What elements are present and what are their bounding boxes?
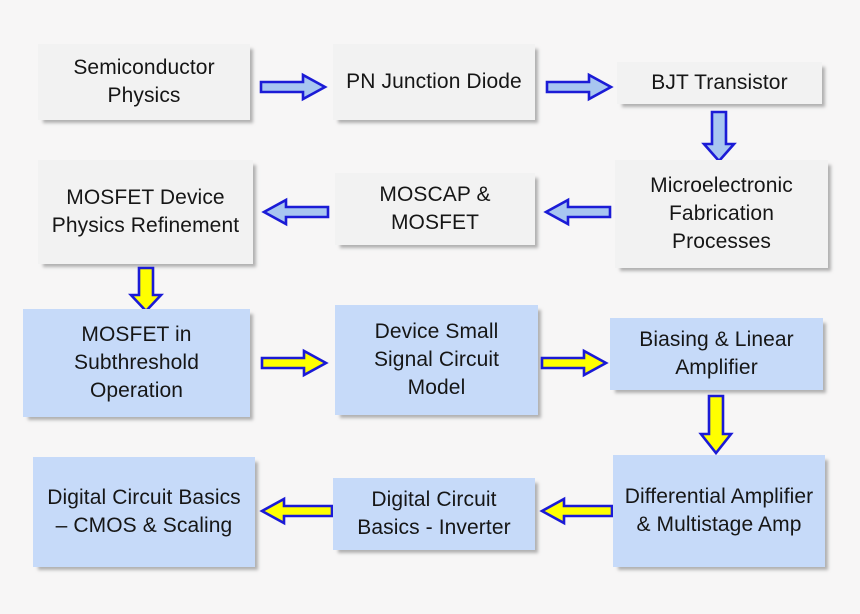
- node-label: MOSCAP & MOSFET: [379, 183, 491, 234]
- node-semiconductor-physics[interactable]: Semiconductor Physics: [38, 44, 250, 120]
- node-digital-cmos-scaling[interactable]: Digital Circuit Basics – CMOS & Scaling: [33, 457, 255, 567]
- node-differential-amplifier[interactable]: Differential Amplifier & Multistage Amp: [613, 455, 825, 567]
- right-arrow-icon: [260, 348, 329, 378]
- arrow-biasing-to-differential: [694, 394, 738, 456]
- node-label: MOSFET Device Physics Refinement: [51, 186, 240, 237]
- node-digital-inverter[interactable]: Digital Circuit Basics - Inverter: [333, 478, 535, 550]
- node-label: Microelectronic Fabrication Processes: [650, 174, 793, 253]
- node-microelectronic-fabrication[interactable]: Microelectronic Fabrication Processes: [615, 160, 828, 268]
- left-arrow-icon: [539, 496, 614, 526]
- node-pn-junction-diode[interactable]: PN Junction Diode: [333, 44, 535, 120]
- arrow-smallsignal-to-biasing: [540, 348, 610, 378]
- down-arrow-icon: [698, 394, 734, 456]
- node-label: PN Junction Diode: [346, 70, 522, 94]
- node-mosfet-subthreshold[interactable]: MOSFET in Subthreshold Operation: [23, 309, 250, 417]
- arrow-physics-to-subthreshold: [124, 266, 168, 314]
- node-label: MOSFET in Subthreshold Operation: [74, 323, 199, 402]
- node-bjt-transistor[interactable]: BJT Transistor: [617, 62, 822, 104]
- arrow-bjt-to-fabrication: [697, 110, 741, 164]
- node-label: BJT Transistor: [651, 71, 788, 95]
- right-arrow-icon: [545, 72, 614, 102]
- left-arrow-icon: [259, 496, 334, 526]
- node-label: Digital Circuit Basics - Inverter: [357, 488, 511, 539]
- node-label: Biasing & Linear Amplifier: [639, 328, 794, 379]
- node-label: Semiconductor Physics: [73, 56, 215, 107]
- right-arrow-icon: [259, 72, 328, 102]
- node-moscap-mosfet[interactable]: MOSCAP & MOSFET: [335, 173, 535, 245]
- right-arrow-icon: [540, 348, 609, 378]
- arrow-subthreshold-to-smallsignal: [260, 348, 330, 378]
- node-biasing-linear-amplifier[interactable]: Biasing & Linear Amplifier: [610, 318, 823, 390]
- flowchart-canvas: Semiconductor Physics PN Junction Diode …: [0, 0, 860, 614]
- arrow-moscap-to-mosfet-physics: [260, 197, 330, 227]
- node-label: Device Small Signal Circuit Model: [373, 320, 500, 399]
- node-label: Digital Circuit Basics – CMOS & Scaling: [47, 486, 241, 537]
- arrow-inverter-to-cmos: [258, 496, 334, 526]
- node-device-small-signal[interactable]: Device Small Signal Circuit Model: [335, 305, 538, 415]
- down-arrow-icon: [127, 266, 165, 313]
- arrow-semiconductor-to-pn: [259, 72, 328, 102]
- arrow-differential-to-inverter: [538, 496, 614, 526]
- node-mosfet-device-physics[interactable]: MOSFET Device Physics Refinement: [38, 160, 253, 264]
- arrow-fabrication-to-moscap: [542, 197, 612, 227]
- arrow-pn-to-bjt: [545, 72, 614, 102]
- down-arrow-icon: [701, 110, 737, 163]
- left-arrow-icon: [543, 197, 612, 227]
- left-arrow-icon: [261, 197, 330, 227]
- node-label: Differential Amplifier & Multistage Amp: [624, 485, 814, 536]
